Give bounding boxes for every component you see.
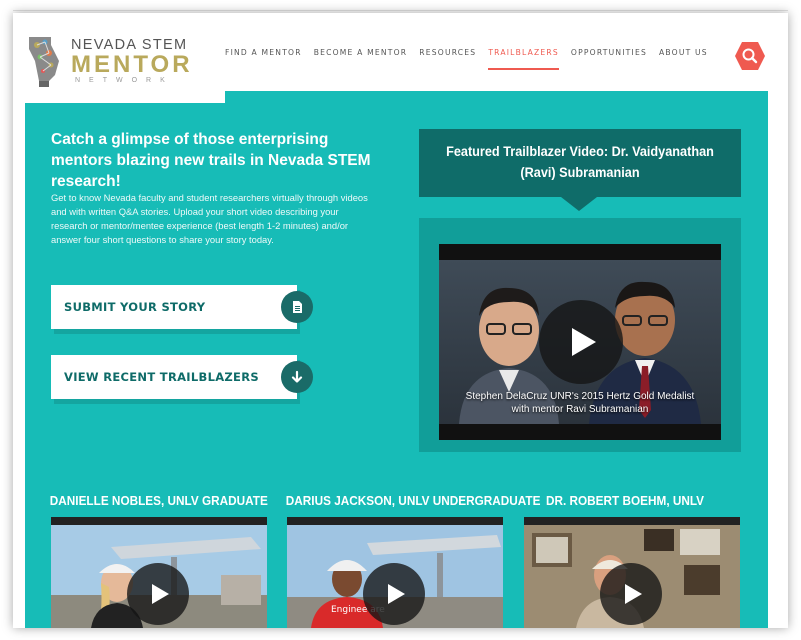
submit-story-icon-button[interactable] xyxy=(281,291,313,323)
site-header: NEVADA STEM MENTOR NETWORK FIND A MENTOR… xyxy=(13,13,788,103)
featured-video-player[interactable]: Stephen DelaCruz UNR's 2015 Hertz Gold M… xyxy=(439,244,721,440)
nevada-brain-icon xyxy=(29,37,59,87)
nav-resources[interactable]: RESOURCES xyxy=(419,48,476,70)
top-divider xyxy=(13,10,788,11)
play-button-boehm[interactable] xyxy=(600,563,662,625)
logo-line-2: MENTOR xyxy=(71,51,193,78)
featured-play-button[interactable] xyxy=(539,300,623,384)
play-button-danielle[interactable] xyxy=(127,563,189,625)
nav-become-a-mentor[interactable]: BECOME A MENTOR xyxy=(314,48,408,70)
play-icon xyxy=(625,584,642,604)
caption-line-2: with mentor Ravi Subramanian xyxy=(511,404,649,415)
nav-trailblazers[interactable]: TRAILBLAZERS xyxy=(488,48,559,70)
featured-title-bar: Featured Trailblazer Video: Dr. Vaidyana… xyxy=(419,129,741,197)
video-title-darius[interactable]: DARIUS JACKSON, UNLV UNDERGRADUATE xyxy=(286,493,541,508)
video-title-danielle[interactable]: DANIELLE NOBLES, UNLV GRADUATE xyxy=(50,493,268,508)
submit-story-label: SUBMIT YOUR STORY xyxy=(64,300,206,314)
page-headline: Catch a glimpse of those enterprising me… xyxy=(51,131,371,190)
video-title-boehm[interactable]: DR. ROBERT BOEHM, UNLV xyxy=(524,493,726,508)
video-thumb-danielle[interactable] xyxy=(51,517,267,628)
main-nav: FIND A MENTOR BECOME A MENTOR RESOURCES … xyxy=(225,48,720,70)
play-icon xyxy=(152,584,169,604)
nav-opportunities[interactable]: OPPORTUNITIES xyxy=(571,48,647,70)
document-icon xyxy=(293,301,302,313)
search-button[interactable] xyxy=(734,41,766,71)
featured-title: Featured Trailblazer Video: Dr. Vaidyana… xyxy=(446,144,714,180)
view-trailblazers-label: VIEW RECENT TRAILBLAZERS xyxy=(64,370,259,384)
nav-about-us[interactable]: ABOUT US xyxy=(659,48,708,70)
play-icon xyxy=(388,584,405,604)
play-icon xyxy=(572,328,596,356)
caption-line-1: Stephen DelaCruz UNR's 2015 Hertz Gold M… xyxy=(465,391,695,402)
video-thumb-boehm[interactable] xyxy=(524,517,740,628)
submit-story-button[interactable]: SUBMIT YOUR STORY xyxy=(51,285,297,329)
panel-notch-edge xyxy=(203,91,217,103)
panel-notch xyxy=(25,91,225,103)
play-button-darius[interactable] xyxy=(363,563,425,625)
view-trailblazers-button[interactable]: VIEW RECENT TRAILBLAZERS xyxy=(51,355,297,399)
logo-line-3: NETWORK xyxy=(75,77,174,84)
video-thumb-darius[interactable]: Enginee are xyxy=(287,517,503,628)
site-logo[interactable]: NEVADA STEM MENTOR NETWORK xyxy=(25,29,205,93)
featured-pointer xyxy=(561,197,597,211)
intro-text: Get to know Nevada faculty and student r… xyxy=(51,192,368,245)
view-trailblazers-icon-button[interactable] xyxy=(281,361,313,393)
nav-find-a-mentor[interactable]: FIND A MENTOR xyxy=(225,48,302,70)
arrow-down-icon xyxy=(291,370,303,383)
search-icon xyxy=(735,42,765,70)
featured-video-caption: Stephen DelaCruz UNR's 2015 Hertz Gold M… xyxy=(439,390,721,416)
page-frame: NEVADA STEM MENTOR NETWORK FIND A MENTOR… xyxy=(13,13,788,628)
